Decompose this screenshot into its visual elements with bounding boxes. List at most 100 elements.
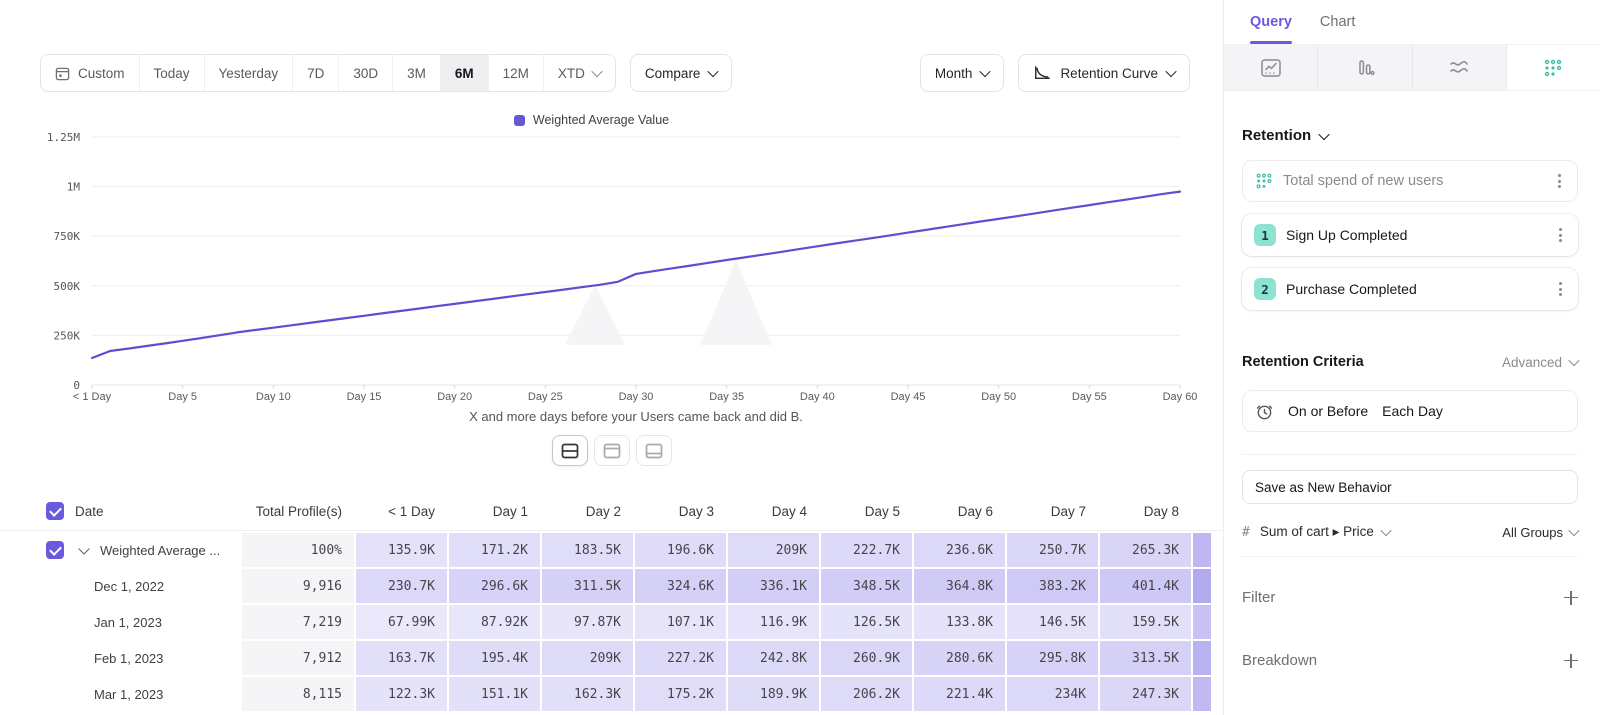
timing-unit-dropdown[interactable]: Each Day (1382, 403, 1443, 419)
x-axis-tick-label: Day 55 (1072, 391, 1107, 403)
table-body: Weighted Average ...100%135.9K171.2K183.… (0, 533, 1223, 711)
time-range-30d[interactable]: 30D (338, 55, 392, 91)
table-row: Mar 1, 20238,115122.3K151.1K162.3K175.2K… (0, 677, 1223, 711)
kebab-menu-icon[interactable] (1555, 224, 1566, 246)
clipped-next-column-cell (1193, 605, 1211, 639)
add-filter-button[interactable] (1564, 591, 1578, 605)
retention-value-cell: 122.3K (356, 677, 447, 711)
retention-value-cell: 87.92K (449, 605, 540, 639)
retention-value-cell: 311.5K (542, 569, 633, 603)
flows-report-tab[interactable] (1413, 45, 1507, 90)
measure-property-dropdown[interactable]: Sum of cart ▸ Price (1260, 524, 1390, 540)
time-range-7d[interactable]: 7D (292, 55, 338, 91)
layout-bottom-view-button[interactable] (636, 435, 672, 466)
retention-criteria-label: Retention Criteria (1242, 354, 1364, 370)
layout-top-view-button[interactable] (594, 435, 630, 466)
retention-value-cell: 227.2K (635, 641, 726, 675)
tab-query[interactable]: Query (1250, 0, 1292, 44)
layout-toggle-group (0, 435, 1223, 466)
retention-value-cell: 280.6K (914, 641, 1005, 675)
time-range-6m-selected[interactable]: 6M (440, 55, 488, 91)
kebab-menu-icon[interactable] (1555, 278, 1566, 300)
all-groups-dropdown[interactable]: All Groups (1502, 525, 1578, 540)
kebab-menu-icon[interactable] (1554, 170, 1565, 192)
filter-label: Filter (1242, 589, 1275, 606)
chevron-down-icon (1165, 66, 1176, 77)
retention-value-cell: 159.5K (1100, 605, 1191, 639)
chart-legend: Weighted Average Value (0, 113, 1183, 127)
event-step-2[interactable]: 2 Purchase Completed (1242, 268, 1578, 310)
table-header-cell: Day 1 (449, 504, 540, 519)
x-axis-tick-label: Day 10 (256, 391, 291, 403)
select-all-checkbox[interactable] (46, 502, 64, 520)
retention-value-cell: 195.4K (449, 641, 540, 675)
behavior-card[interactable]: Total spend of new users (1242, 160, 1578, 202)
time-range-today[interactable]: Today (139, 55, 204, 91)
time-range-yesterday[interactable]: Yesterday (204, 55, 293, 91)
retention-value-cell: 236.6K (914, 533, 1005, 567)
table-header-cell: Day 7 (1007, 504, 1098, 519)
retention-section-header[interactable]: Retention (1242, 127, 1578, 144)
add-breakdown-button[interactable] (1564, 654, 1578, 668)
retention-curve-icon (1033, 65, 1051, 81)
layout-split-view-button[interactable] (552, 435, 588, 466)
retention-value-cell: 97.87K (542, 605, 633, 639)
flows-icon (1448, 58, 1470, 78)
chevron-down-icon (591, 66, 602, 77)
svg-text:1M: 1M (67, 181, 81, 194)
time-range-custom[interactable]: Custom (41, 55, 139, 91)
row-label-cell[interactable]: Dec 1, 2022 (40, 569, 240, 603)
retention-report-tab-active[interactable] (1507, 45, 1600, 90)
watermark-triangle (565, 285, 625, 345)
retention-value-cell: 234K (1007, 677, 1098, 711)
measure-row: # Sum of cart ▸ Price All Groups (1242, 508, 1578, 557)
table-header-cell: Day 8 (1100, 504, 1191, 519)
timing-mode-dropdown[interactable]: On or Before (1288, 403, 1368, 419)
x-axis-labels: < 1 DayDay 5Day 10Day 15Day 20Day 25Day … (0, 391, 1223, 407)
svg-text:750K: 750K (54, 230, 81, 243)
x-axis-tick-label: Day 40 (800, 391, 835, 403)
legend-label[interactable]: Weighted Average Value (533, 113, 669, 127)
row-label-cell[interactable]: Weighted Average ... (40, 533, 240, 567)
tab-chart[interactable]: Chart (1320, 0, 1355, 44)
split-view-icon (561, 443, 579, 459)
retention-value-cell: 348.5K (821, 569, 912, 603)
top-view-icon (603, 443, 621, 459)
table-row: Weighted Average ...100%135.9K171.2K183.… (0, 533, 1223, 567)
row-label-cell[interactable]: Jan 1, 2023 (40, 605, 240, 639)
retention-curve-chart[interactable]: 0250K500K750K1M1.25M (0, 128, 1223, 390)
time-range-3m[interactable]: 3M (392, 55, 440, 91)
table-header-cell: Day 5 (821, 504, 912, 519)
row-label-cell[interactable]: Mar 1, 2023 (40, 677, 240, 711)
table-header-cell: Day 3 (635, 504, 726, 519)
row-checkbox[interactable] (46, 541, 64, 559)
time-range-xtd[interactable]: XTD (543, 55, 615, 91)
insights-report-tab[interactable] (1224, 45, 1318, 90)
expand-chevron-icon[interactable] (78, 543, 89, 554)
retention-value-cell: 247.3K (1100, 677, 1191, 711)
table-row: Dec 1, 20229,916230.7K296.6K311.5K324.6K… (0, 569, 1223, 603)
advanced-dropdown[interactable]: Advanced (1502, 355, 1578, 370)
compare-button[interactable]: Compare (630, 54, 733, 92)
retention-value-cell: 209K (542, 641, 633, 675)
table-header-cell: Day 6 (914, 504, 1005, 519)
granularity-dropdown[interactable]: Month (920, 54, 1005, 92)
x-axis-tick-label: Day 15 (347, 391, 382, 403)
time-range-12m[interactable]: 12M (488, 55, 543, 91)
query-panel: Query Chart Retention Total spend of new… (1223, 0, 1600, 715)
row-label-cell[interactable]: Feb 1, 2023 (40, 641, 240, 675)
retention-value-cell: 175.2K (635, 677, 726, 711)
x-axis-tick-label: < 1 Day (73, 391, 111, 403)
chevron-down-icon (1380, 525, 1391, 536)
row-label: Mar 1, 2023 (40, 687, 163, 702)
legend-swatch (514, 115, 525, 126)
save-as-new-behavior-button[interactable]: Save as New Behavior (1242, 470, 1578, 504)
chart-type-dropdown[interactable]: Retention Curve (1018, 54, 1190, 92)
retention-value-cell: 135.9K (356, 533, 447, 567)
table-header-cell: < 1 Day (356, 504, 447, 519)
funnels-report-tab[interactable] (1318, 45, 1412, 90)
event-step-1[interactable]: 1 Sign Up Completed (1242, 214, 1578, 256)
x-axis-tick-label: Day 20 (437, 391, 472, 403)
total-profiles-cell: 9,916 (242, 569, 354, 603)
retention-value-cell: 364.8K (914, 569, 1005, 603)
